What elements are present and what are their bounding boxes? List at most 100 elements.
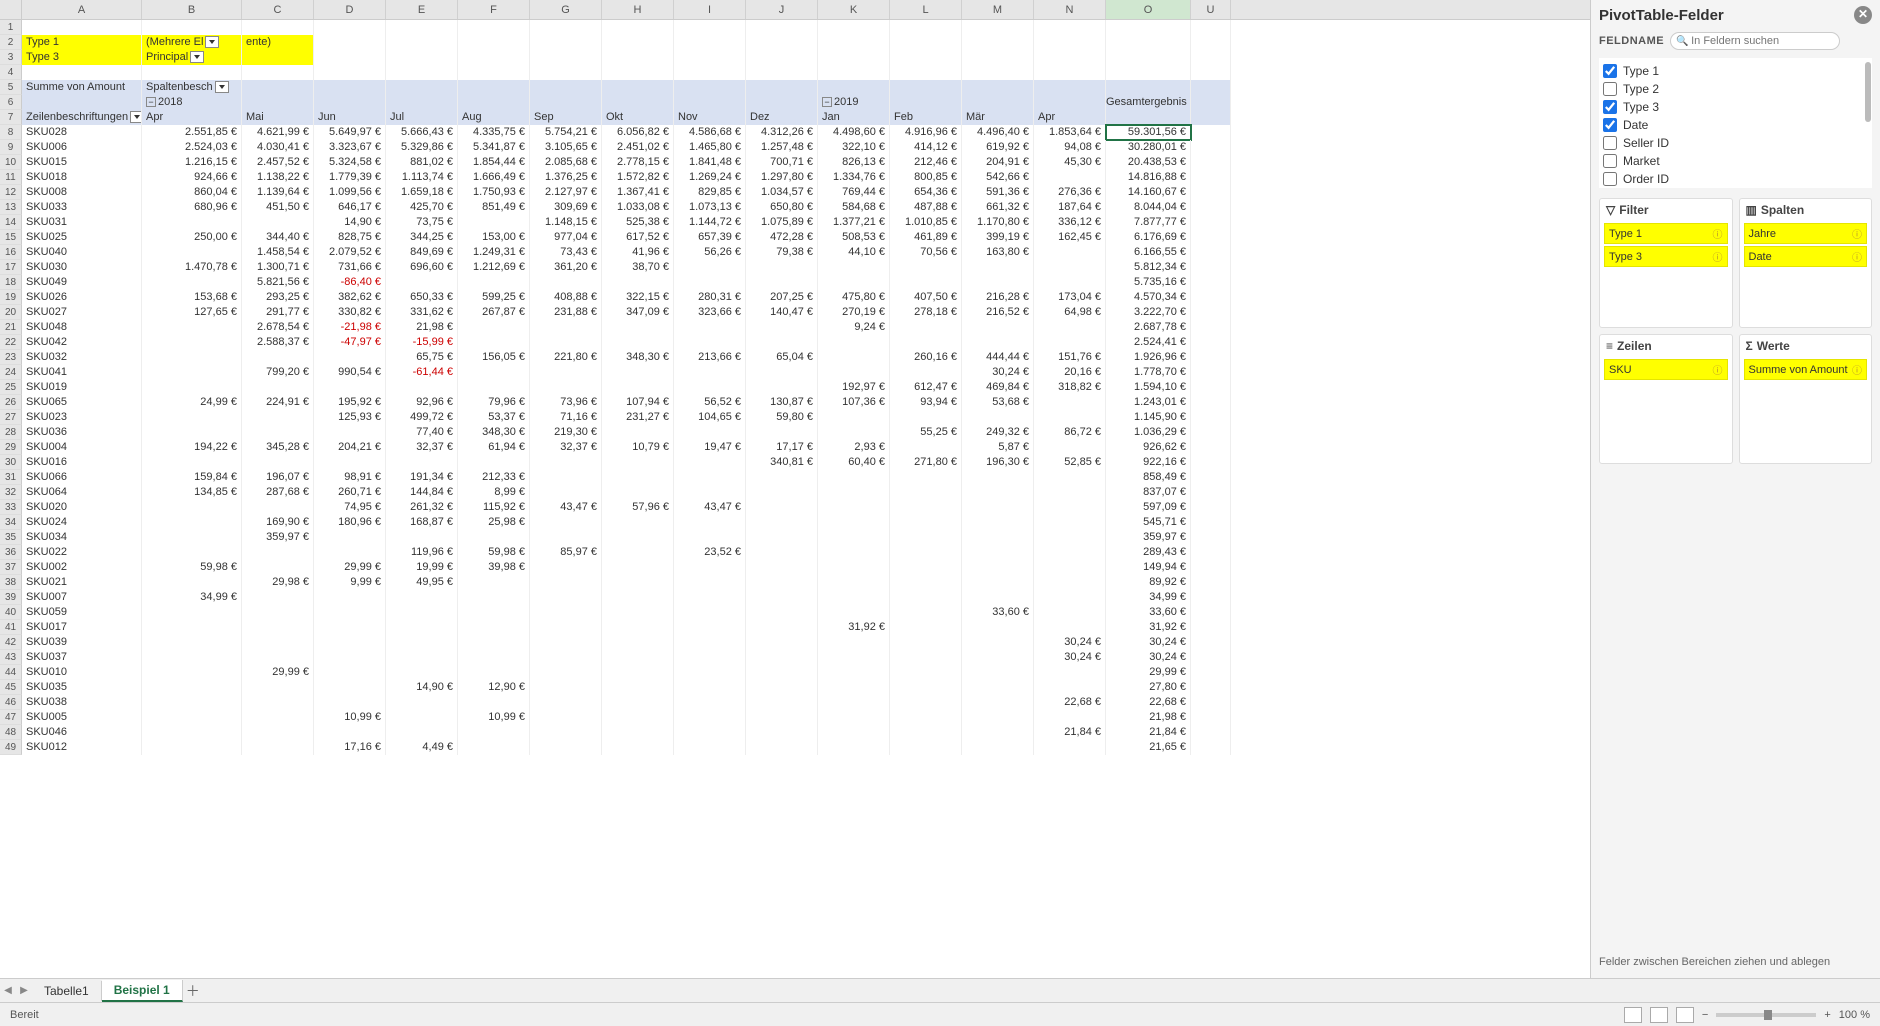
cell[interactable] — [746, 695, 818, 710]
cell-sku[interactable]: SKU030 — [22, 260, 142, 275]
area-pill[interactable]: Type 1ⓘ — [1604, 223, 1728, 244]
cell-sku[interactable]: SKU023 — [22, 410, 142, 425]
cell[interactable]: 216,28 € — [962, 290, 1034, 305]
cell[interactable] — [602, 335, 674, 350]
cell[interactable] — [1034, 50, 1106, 65]
row-number[interactable]: 42 — [0, 635, 22, 650]
cell[interactable] — [890, 590, 962, 605]
cell[interactable]: 344,40 € — [242, 230, 314, 245]
col-C[interactable]: C — [242, 0, 314, 19]
cell[interactable] — [746, 575, 818, 590]
cell[interactable]: 444,44 € — [962, 350, 1034, 365]
cell[interactable]: 348,30 € — [602, 350, 674, 365]
cell[interactable] — [674, 335, 746, 350]
cell[interactable]: -21,98 € — [314, 320, 386, 335]
cell[interactable] — [530, 80, 602, 95]
cell[interactable] — [1034, 515, 1106, 530]
cell-total[interactable]: 21,84 € — [1106, 725, 1191, 740]
cell[interactable] — [142, 365, 242, 380]
cell[interactable] — [458, 740, 530, 755]
cell[interactable]: 731,66 € — [314, 260, 386, 275]
cell[interactable] — [890, 485, 962, 500]
cell[interactable] — [386, 50, 458, 65]
cell[interactable]: Jul — [386, 110, 458, 125]
cell[interactable]: 1.075,89 € — [746, 215, 818, 230]
cell[interactable] — [386, 35, 458, 50]
cell[interactable] — [890, 530, 962, 545]
cell[interactable]: 204,91 € — [962, 155, 1034, 170]
cell[interactable]: Okt — [602, 110, 674, 125]
cell[interactable] — [962, 515, 1034, 530]
cell[interactable]: 195,92 € — [314, 395, 386, 410]
col-M[interactable]: M — [962, 0, 1034, 19]
cell[interactable] — [530, 455, 602, 470]
cell[interactable]: 1.377,21 € — [818, 215, 890, 230]
cell[interactable] — [142, 515, 242, 530]
cell[interactable]: 318,82 € — [1034, 380, 1106, 395]
cell[interactable]: 60,40 € — [818, 455, 890, 470]
cell[interactable]: Type 1 — [22, 35, 142, 50]
cell[interactable]: 153,00 € — [458, 230, 530, 245]
cell[interactable] — [602, 95, 674, 110]
cell[interactable]: -86,40 € — [314, 275, 386, 290]
cell[interactable] — [1034, 395, 1106, 410]
cell[interactable] — [818, 20, 890, 35]
cell[interactable] — [386, 590, 458, 605]
cell[interactable] — [242, 710, 314, 725]
cell[interactable] — [818, 575, 890, 590]
cell-sku[interactable]: SKU038 — [22, 695, 142, 710]
cell[interactable] — [314, 20, 386, 35]
cell[interactable] — [458, 695, 530, 710]
cell[interactable] — [746, 65, 818, 80]
cell[interactable] — [818, 650, 890, 665]
cell[interactable]: 249,32 € — [962, 425, 1034, 440]
cell[interactable]: 180,96 € — [314, 515, 386, 530]
cell[interactable]: 612,47 € — [890, 380, 962, 395]
cell[interactable] — [1191, 440, 1231, 455]
cell[interactable] — [1034, 575, 1106, 590]
cell[interactable] — [818, 65, 890, 80]
row-number[interactable]: 4 — [0, 65, 22, 80]
cell[interactable]: 5.324,58 € — [314, 155, 386, 170]
cell[interactable] — [602, 80, 674, 95]
cell[interactable] — [1034, 95, 1106, 110]
cell[interactable] — [674, 455, 746, 470]
cell[interactable] — [386, 65, 458, 80]
cell[interactable] — [530, 530, 602, 545]
cell[interactable] — [674, 530, 746, 545]
cell-total[interactable]: 6.176,69 € — [1106, 230, 1191, 245]
cell[interactable] — [602, 680, 674, 695]
cell[interactable]: 212,46 € — [890, 155, 962, 170]
cell[interactable] — [746, 545, 818, 560]
cell-sku[interactable]: SKU007 — [22, 590, 142, 605]
cell[interactable] — [602, 20, 674, 35]
cell[interactable] — [142, 410, 242, 425]
cell[interactable] — [530, 635, 602, 650]
cell[interactable] — [242, 740, 314, 755]
cell[interactable]: 30,24 € — [1034, 650, 1106, 665]
cell[interactable]: 1.034,57 € — [746, 185, 818, 200]
cell[interactable]: 74,95 € — [314, 500, 386, 515]
cell[interactable]: 162,45 € — [1034, 230, 1106, 245]
cell[interactable] — [242, 725, 314, 740]
cell[interactable]: 322,15 € — [602, 290, 674, 305]
cell[interactable]: 1.750,93 € — [458, 185, 530, 200]
cell-total[interactable]: 89,92 € — [1106, 575, 1191, 590]
cell-total[interactable]: 1.243,01 € — [1106, 395, 1191, 410]
cell-total[interactable]: 7.877,77 € — [1106, 215, 1191, 230]
cell[interactable] — [314, 35, 386, 50]
cell-total[interactable]: 6.166,55 € — [1106, 245, 1191, 260]
cell[interactable]: 25,98 € — [458, 515, 530, 530]
cell[interactable] — [746, 35, 818, 50]
cell[interactable] — [674, 50, 746, 65]
cell[interactable] — [674, 515, 746, 530]
cell[interactable] — [386, 665, 458, 680]
cell[interactable]: 799,20 € — [242, 365, 314, 380]
cell[interactable] — [458, 320, 530, 335]
cell[interactable] — [602, 740, 674, 755]
cell-sku[interactable]: SKU028 — [22, 125, 142, 140]
cell[interactable]: 77,40 € — [386, 425, 458, 440]
tab-next-icon[interactable]: ▶ — [16, 985, 32, 996]
info-icon[interactable]: ⓘ — [1852, 249, 1862, 264]
cell-total[interactable]: 597,09 € — [1106, 500, 1191, 515]
